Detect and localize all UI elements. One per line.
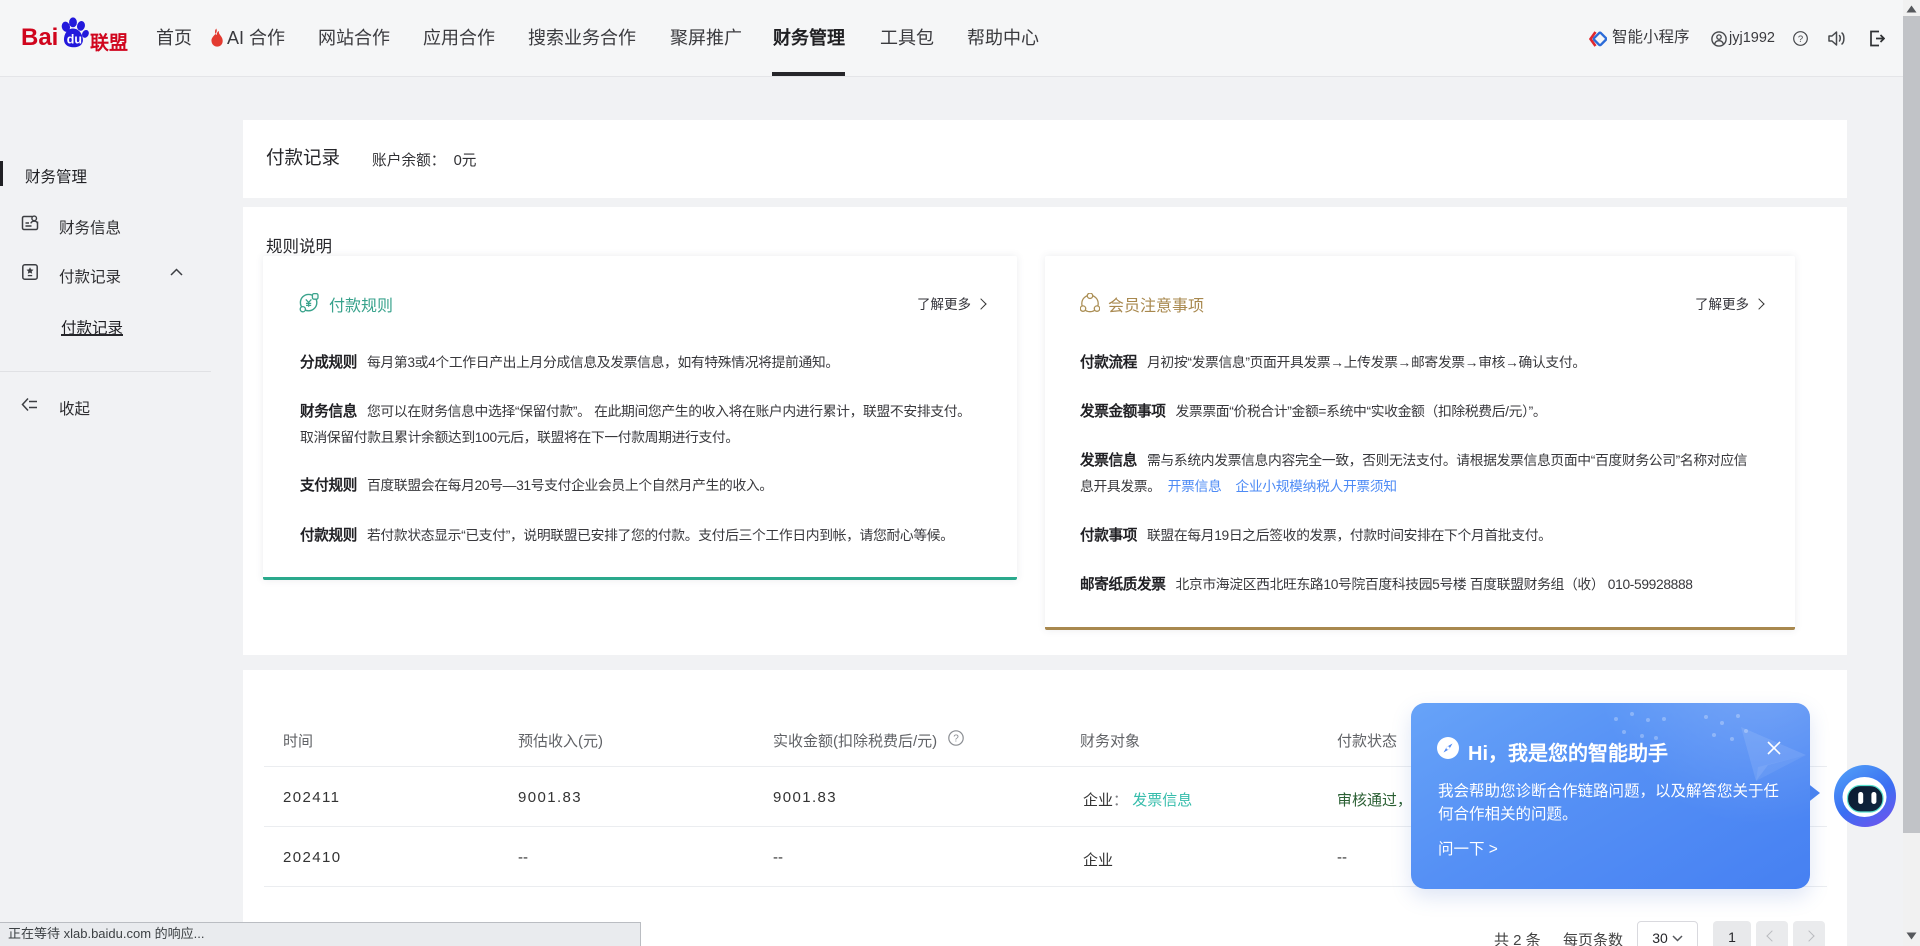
svg-text:du: du	[67, 33, 82, 47]
svg-text:?: ?	[953, 734, 959, 745]
svg-text:?: ?	[1798, 34, 1803, 45]
